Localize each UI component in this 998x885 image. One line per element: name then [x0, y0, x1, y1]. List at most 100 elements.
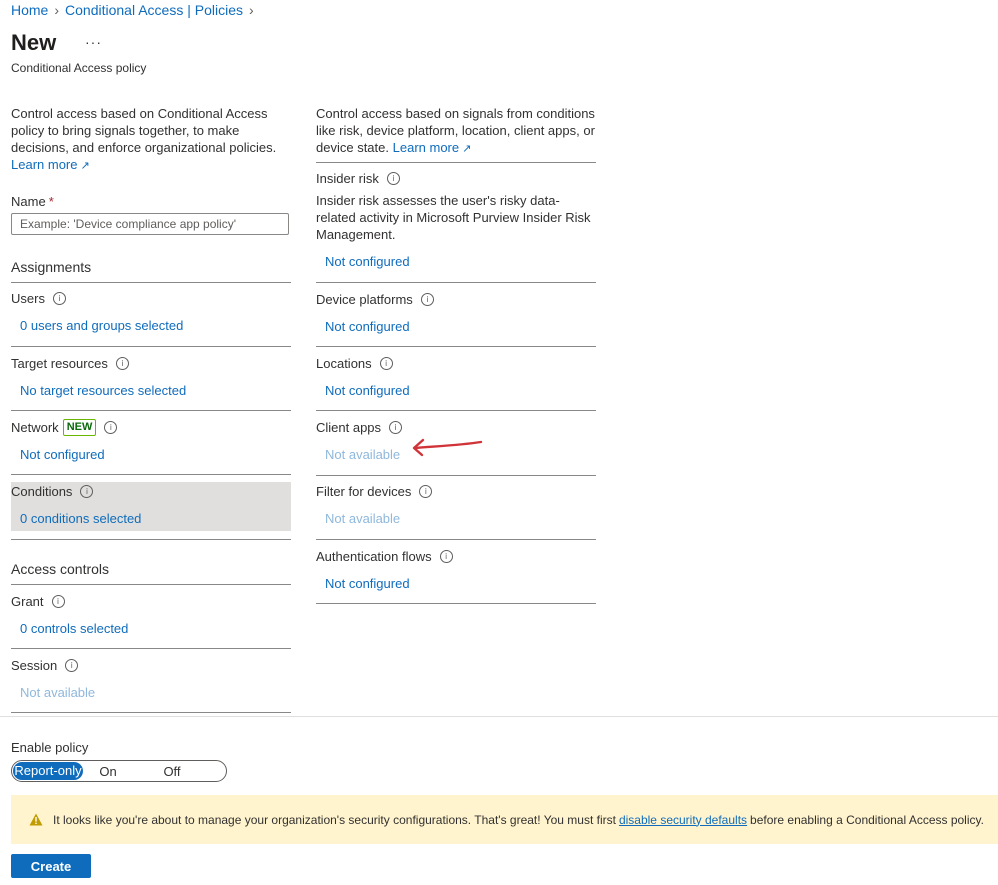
info-icon[interactable]: i: [386, 172, 400, 185]
authentication-flows-label: Authentication flows i: [316, 549, 453, 564]
page-subtitle: Conditional Access policy: [11, 61, 147, 75]
users-label: Users i: [11, 291, 66, 306]
target-resources-label: Target resources i: [11, 356, 129, 371]
access-controls-heading: Access controls: [11, 561, 110, 577]
info-icon[interactable]: i: [379, 357, 393, 370]
network-label-text: Network: [11, 420, 59, 435]
insider-risk-value-link[interactable]: Not configured: [316, 254, 410, 269]
insider-risk-label-text: Insider risk: [316, 171, 379, 186]
name-label: Name *: [11, 194, 54, 209]
info-icon[interactable]: i: [419, 485, 433, 498]
divider: [11, 410, 291, 411]
chevron-right-icon: ›: [54, 2, 60, 18]
more-options-button[interactable]: ···: [85, 34, 102, 50]
create-button[interactable]: Create: [11, 854, 91, 878]
breadcrumb-policies[interactable]: Conditional Access | Policies: [65, 2, 243, 18]
users-value-link[interactable]: 0 users and groups selected: [11, 318, 183, 333]
grant-value-link[interactable]: 0 controls selected: [11, 621, 128, 636]
left-intro-text: Control access based on Conditional Acce…: [11, 106, 277, 155]
users-label-text: Users: [11, 291, 45, 306]
info-icon[interactable]: i: [52, 292, 66, 305]
divider: [11, 584, 291, 585]
conditions-value-link[interactable]: 0 conditions selected: [11, 511, 141, 526]
external-link-icon: ↗: [462, 143, 472, 155]
session-value: Not available: [20, 685, 96, 700]
info-icon[interactable]: i: [439, 550, 453, 563]
network-value-link[interactable]: Not configured: [11, 447, 105, 462]
disable-security-defaults-link[interactable]: disable security defaults: [619, 813, 747, 827]
divider: [316, 282, 596, 283]
network-label: Network NEW i: [11, 419, 118, 436]
divider: [316, 475, 596, 476]
filter-devices-label-text: Filter for devices: [316, 484, 412, 499]
session-label: Session i: [11, 658, 79, 673]
toggle-off[interactable]: Off: [134, 764, 210, 779]
client-apps-label-text: Client apps: [316, 420, 382, 435]
left-learn-more-label: Learn more: [11, 157, 78, 172]
grant-label-text: Grant: [11, 594, 44, 609]
info-icon[interactable]: i: [51, 595, 65, 608]
breadcrumb-home[interactable]: Home: [11, 2, 48, 18]
assignments-heading: Assignments: [11, 259, 92, 275]
name-label-text: Name: [11, 194, 46, 209]
conditions-label: Conditions i: [11, 484, 94, 499]
info-icon[interactable]: i: [104, 421, 118, 434]
right-intro: Control access based on signals from con…: [316, 105, 596, 158]
warning-text-before: It looks like you're about to manage you…: [53, 812, 616, 827]
divider: [11, 648, 291, 649]
locations-value-link[interactable]: Not configured: [316, 383, 410, 398]
left-intro: Control access based on Conditional Acce…: [11, 105, 291, 175]
grant-label: Grant i: [11, 594, 65, 609]
divider: [316, 603, 596, 604]
locations-label-text: Locations: [316, 356, 372, 371]
info-icon[interactable]: i: [80, 485, 94, 498]
enable-policy-toggle: Report-only On Off: [11, 760, 227, 782]
warning-text-after: before enabling a Conditional Access pol…: [750, 812, 984, 827]
enable-policy-label: Enable policy: [11, 740, 89, 755]
divider: [316, 346, 596, 347]
authentication-flows-value-link[interactable]: Not configured: [316, 576, 410, 591]
client-apps-label: Client apps i: [316, 420, 403, 435]
device-platforms-label: Device platforms i: [316, 292, 434, 307]
new-badge: NEW: [62, 419, 97, 436]
info-icon[interactable]: i: [420, 293, 434, 306]
locations-label: Locations i: [316, 356, 393, 371]
client-apps-value: Not available: [325, 447, 401, 462]
required-marker: *: [48, 194, 54, 209]
session-label-text: Session: [11, 658, 58, 673]
divider: [316, 162, 596, 163]
divider: [316, 410, 596, 411]
page-title: New: [11, 30, 57, 55]
right-learn-more-label: Learn more: [392, 140, 460, 155]
info-icon[interactable]: i: [389, 421, 403, 434]
footer-divider: [0, 716, 998, 717]
external-link-icon: ↗: [80, 160, 90, 172]
authentication-flows-label-text: Authentication flows: [316, 549, 432, 564]
info-icon[interactable]: i: [65, 659, 79, 672]
divider: [11, 539, 291, 540]
toggle-report-only[interactable]: Report-only: [14, 763, 82, 779]
divider: [11, 282, 291, 283]
filter-devices-label: Filter for devices i: [316, 484, 433, 499]
conditions-label-text: Conditions: [11, 484, 73, 499]
policy-name-input[interactable]: [11, 213, 289, 235]
target-resources-label-text: Target resources: [11, 356, 108, 371]
chevron-right-icon: ›: [248, 2, 254, 18]
left-learn-more-link[interactable]: Learn more ↗: [11, 157, 90, 172]
toggle-on[interactable]: On: [82, 764, 134, 779]
security-defaults-warning: It looks like you're about to manage you…: [11, 795, 998, 844]
divider: [11, 712, 291, 713]
right-learn-more-link[interactable]: Learn more ↗: [393, 140, 472, 155]
device-platforms-value-link[interactable]: Not configured: [316, 319, 410, 334]
filter-devices-value: Not available: [325, 511, 401, 526]
insider-risk-description: Insider risk assesses the user's risky d…: [316, 193, 591, 242]
breadcrumb: Home › Conditional Access | Policies ›: [11, 2, 254, 18]
divider: [11, 474, 291, 475]
target-resources-value-link[interactable]: No target resources selected: [11, 383, 186, 398]
divider: [316, 539, 596, 540]
annotation-arrow-icon: [412, 438, 483, 457]
divider: [11, 346, 291, 347]
info-icon[interactable]: i: [115, 357, 129, 370]
warning-icon: [29, 813, 43, 826]
device-platforms-label-text: Device platforms: [316, 292, 413, 307]
